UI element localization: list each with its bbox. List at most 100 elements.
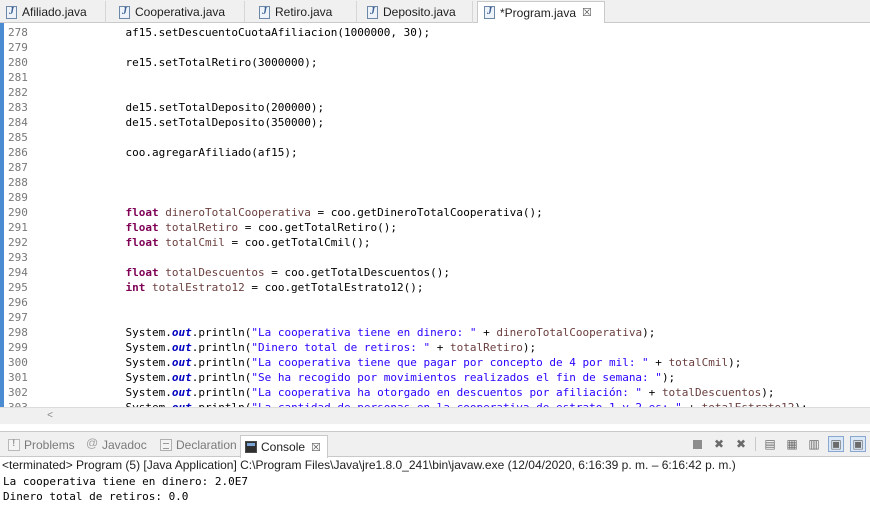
code-token-plain: coo.agregarAfiliado(af15); (46, 146, 298, 159)
tab-retiro-java[interactable]: Retiro.java (253, 1, 357, 23)
code-text: System.out.println("Dinero total de reti… (46, 340, 536, 355)
line-number: 279 (8, 41, 28, 54)
horizontal-scrollbar[interactable]: < (0, 407, 870, 424)
scroll-lock-icon[interactable]: ▤ (762, 436, 778, 452)
code-text: int totalEstrato12 = coo.getTotalEstrato… (46, 280, 423, 295)
code-line[interactable]: 294 float totalDescuentos = coo.getTotal… (0, 265, 870, 280)
code-line[interactable]: 295 int totalEstrato12 = coo.getTotalEst… (0, 280, 870, 295)
code-line[interactable]: 292 float totalCmil = coo.getTotalCmil()… (0, 235, 870, 250)
tab-declaration[interactable]: Declaration (156, 435, 243, 455)
java-file-icon (367, 5, 378, 19)
code-line[interactable]: 283 de15.setTotalDeposito(200000); (0, 100, 870, 115)
tab-label: Declaration (176, 438, 237, 452)
code-token-plain: = coo.getTotalRetiro(); (238, 221, 398, 234)
code-token-var: totalDescuentos (165, 266, 265, 279)
code-line[interactable]: 298 System.out.println("La cooperativa t… (0, 325, 870, 340)
code-line[interactable]: 296 (0, 295, 870, 310)
console-output[interactable]: La cooperativa tiene en dinero: 2.0E7 Di… (0, 474, 870, 509)
console-icon (245, 441, 257, 453)
line-number: 297 (8, 311, 28, 324)
code-text: System.out.println("Se ha recogido por m… (46, 370, 675, 385)
line-number: 294 (8, 266, 28, 279)
code-token-var: totalCmil (668, 356, 729, 369)
tab-label: Cooperativa.java (135, 5, 226, 19)
code-line[interactable]: 299 System.out.println("Dinero total de … (0, 340, 870, 355)
code-text: System.out.println("La cooperativa tiene… (46, 325, 655, 340)
code-token-plain: + (430, 341, 451, 354)
console-output-line: Dinero total de retiros: 0.0 (3, 490, 189, 503)
code-text: float dineroTotalCooperativa = coo.getDi… (46, 205, 542, 220)
tab-label: Console (261, 440, 306, 454)
code-line[interactable]: 289 (0, 190, 870, 205)
code-text: float totalRetiro = coo.getTotalRetiro()… (46, 220, 397, 235)
pin-console-icon[interactable]: ▥ (806, 436, 822, 452)
scroll-left-arrow-icon[interactable]: < (44, 410, 56, 422)
code-token-plain: + (648, 356, 669, 369)
code-line[interactable]: 302 System.out.println("La cooperativa h… (0, 385, 870, 400)
code-token-plain: System. (46, 326, 172, 339)
open-console-icon[interactable]: ▣ (850, 436, 866, 452)
tab-label: Deposito.java (383, 5, 456, 19)
code-text: de15.setTotalDeposito(200000); (46, 100, 324, 115)
code-editor[interactable]: 278 af15.setDescuentoCuotaAfiliacion(100… (0, 23, 870, 407)
code-line[interactable]: 288 (0, 175, 870, 190)
line-number: 282 (8, 86, 28, 99)
tab-javadoc[interactable]: Javadoc (82, 435, 153, 455)
tab-problems[interactable]: Problems (4, 435, 81, 455)
code-token-field: out (171, 371, 192, 384)
code-token-field: out (171, 356, 192, 369)
code-token-plain: de15.setTotalDeposito(350000); (46, 116, 325, 129)
console-output-line: La cooperativa tiene en dinero: 2.0E7 (3, 475, 249, 488)
line-number: 280 (8, 56, 28, 69)
close-icon[interactable]: ☒ (311, 441, 321, 454)
code-token-plain: .println( (191, 326, 252, 339)
code-token-str: "Dinero total de retiros: " (251, 341, 431, 354)
close-icon[interactable]: ☒ (582, 6, 592, 19)
code-line[interactable]: 284 de15.setTotalDeposito(350000); (0, 115, 870, 130)
code-line[interactable]: 291 float totalRetiro = coo.getTotalReti… (0, 220, 870, 235)
code-token-plain: ); (642, 326, 656, 339)
code-line[interactable]: 280 re15.setTotalRetiro(3000000); (0, 55, 870, 70)
code-line[interactable]: 281 (0, 70, 870, 85)
code-token-plain: de15.setTotalDeposito(200000); (46, 101, 325, 114)
terminate-icon[interactable] (689, 436, 705, 452)
code-line[interactable]: 279 (0, 40, 870, 55)
code-line[interactable]: 287 (0, 160, 870, 175)
line-number: 283 (8, 101, 28, 114)
code-token-plain: af15.setDescuentoCuotaAfiliacion(1000000… (46, 26, 431, 39)
code-token-var: totalEstrato12 (151, 281, 245, 294)
tab-cooperativa-java[interactable]: Cooperativa.java (113, 1, 245, 23)
code-text: System.out.println("La cantidad de perso… (46, 400, 807, 407)
code-line[interactable]: 303 System.out.println("La cantidad de p… (0, 400, 870, 407)
code-line[interactable]: 290 float dineroTotalCooperativa = coo.g… (0, 205, 870, 220)
tab-program-java[interactable]: *Program.java ☒ (477, 1, 605, 24)
code-line[interactable]: 297 (0, 310, 870, 325)
code-token-var: totalCmil (165, 236, 225, 249)
console-launch-header: <terminated> Program (5) [Java Applicati… (2, 458, 736, 472)
code-line[interactable]: 293 (0, 250, 870, 265)
remove-all-terminated-icon[interactable]: ✖ (733, 436, 749, 452)
code-line[interactable]: 286 coo.agregarAfiliado(af15); (0, 145, 870, 160)
code-text: float totalDescuentos = coo.getTotalDesc… (46, 265, 450, 280)
code-line[interactable]: 278 af15.setDescuentoCuotaAfiliacion(100… (0, 25, 870, 40)
tab-afiliado-java[interactable]: Afiliado.java (0, 1, 106, 23)
line-number: 296 (8, 296, 28, 309)
code-token-plain: ); (761, 386, 775, 399)
code-line[interactable]: 300 System.out.println("La cooperativa t… (0, 355, 870, 370)
tab-label: Afiliado.java (22, 5, 87, 19)
code-token-field: out (171, 386, 192, 399)
code-token-plain: ); (522, 341, 537, 354)
tab-console[interactable]: Console ☒ (240, 435, 328, 458)
tab-deposito-java[interactable]: Deposito.java (361, 1, 473, 23)
word-wrap-icon[interactable]: ▦ (784, 436, 800, 452)
tab-label: Javadoc (102, 438, 147, 452)
code-line[interactable]: 285 (0, 130, 870, 145)
display-selected-console-icon[interactable]: ▣ (828, 436, 844, 452)
code-token-str: "La cooperativa tiene que pagar por conc… (251, 356, 649, 369)
code-line[interactable]: 301 System.out.println("Se ha recogido p… (0, 370, 870, 385)
code-line[interactable]: 282 (0, 85, 870, 100)
remove-launch-icon[interactable]: ✖ (711, 436, 727, 452)
